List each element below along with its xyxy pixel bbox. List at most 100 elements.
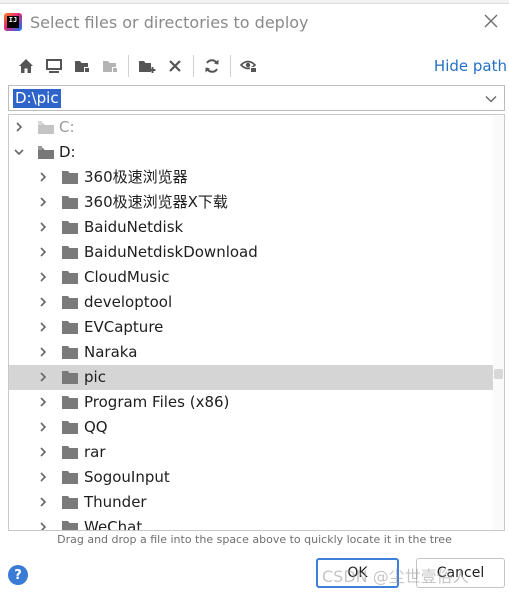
chevron-right-icon[interactable] bbox=[37, 196, 49, 208]
delete-button[interactable] bbox=[161, 52, 189, 80]
chevron-right-icon[interactable] bbox=[37, 296, 49, 308]
tree-row-label: BaiduNetdisk bbox=[84, 218, 184, 236]
chevron-right-icon[interactable] bbox=[37, 521, 49, 531]
tree-row-label: QQ bbox=[84, 418, 108, 436]
toolbar: Hide path bbox=[0, 50, 509, 82]
tree-row-folder[interactable]: WeChat bbox=[9, 515, 493, 531]
folder-icon bbox=[62, 421, 78, 434]
tree-row-folder[interactable]: developtool bbox=[9, 290, 493, 315]
help-button[interactable]: ? bbox=[8, 565, 28, 585]
chevron-right-icon[interactable] bbox=[37, 371, 49, 383]
chevron-right-icon[interactable] bbox=[37, 271, 49, 283]
hide-path-link[interactable]: Hide path bbox=[434, 57, 507, 75]
folder-icon bbox=[62, 446, 78, 459]
show-hidden-icon bbox=[240, 60, 257, 73]
folder-icon bbox=[62, 171, 78, 184]
folder-icon bbox=[62, 371, 78, 384]
folder-icon bbox=[62, 221, 78, 234]
folder-icon bbox=[62, 521, 78, 530]
toolbar-separator bbox=[230, 55, 231, 77]
tree-row-folder[interactable]: Program Files (x86) bbox=[9, 390, 493, 415]
chevron-right-icon[interactable] bbox=[37, 396, 49, 408]
drag-drop-hint: Drag and drop a file into the space abov… bbox=[57, 533, 452, 546]
chevron-right-icon[interactable] bbox=[37, 321, 49, 333]
tree-row-folder[interactable]: BaiduNetdiskDownload bbox=[9, 240, 493, 265]
tree-row-label: SogouInput bbox=[84, 468, 170, 486]
chevron-right-icon[interactable] bbox=[37, 471, 49, 483]
tree-row-folder[interactable]: BaiduNetdisk bbox=[9, 215, 493, 240]
tree-row-label: rar bbox=[84, 443, 106, 461]
chevron-down-icon[interactable] bbox=[13, 146, 25, 158]
chevron-right-icon[interactable] bbox=[37, 221, 49, 233]
new-folder-icon bbox=[139, 61, 156, 73]
tree-row-folder[interactable]: QQ bbox=[9, 415, 493, 440]
tree-row-folder[interactable]: rar bbox=[9, 440, 493, 465]
tree-row-label: Naraka bbox=[84, 343, 138, 361]
tree-row-folder[interactable]: EVCapture bbox=[9, 315, 493, 340]
tree-row-folder[interactable]: 360极速浏览器X下载 bbox=[9, 190, 493, 215]
desktop-icon bbox=[46, 59, 62, 73]
tree-row-label: 360极速浏览器X下载 bbox=[84, 193, 228, 211]
tree-row-label: Thunder bbox=[84, 493, 147, 511]
tree-row-label: Program Files (x86) bbox=[84, 393, 230, 411]
drive-icon bbox=[38, 146, 54, 159]
folder-icon bbox=[62, 346, 78, 359]
toolbar-separator bbox=[128, 55, 129, 77]
tree-row-folder[interactable]: Thunder bbox=[9, 490, 493, 515]
tree-row-label: 360极速浏览器 bbox=[84, 168, 188, 186]
path-value[interactable]: D:\pic bbox=[13, 88, 61, 108]
chevron-down-icon[interactable] bbox=[484, 92, 498, 106]
tree-row-folder[interactable]: CloudMusic bbox=[9, 265, 493, 290]
drive-icon bbox=[38, 121, 54, 134]
tree-row-folder[interactable]: SogouInput bbox=[9, 465, 493, 490]
ok-button[interactable]: OK bbox=[316, 558, 399, 588]
title-bar: IJ Select files or directories to deploy bbox=[0, 4, 509, 40]
folder-icon bbox=[62, 396, 78, 409]
module-button[interactable] bbox=[96, 52, 124, 80]
tree-row-label: CloudMusic bbox=[84, 268, 170, 286]
close-icon bbox=[484, 14, 498, 28]
folder-icon bbox=[62, 271, 78, 284]
chevron-right-icon[interactable] bbox=[37, 346, 49, 358]
tree-row-label: EVCapture bbox=[84, 318, 164, 336]
tree-row-label: pic bbox=[84, 368, 106, 386]
project-button[interactable] bbox=[68, 52, 96, 80]
home-button[interactable] bbox=[12, 52, 40, 80]
tree-row-drive[interactable]: C: bbox=[9, 115, 493, 140]
folder-icon bbox=[62, 296, 78, 309]
app-logo-text: IJ bbox=[7, 16, 19, 28]
project-folder-icon bbox=[74, 61, 90, 73]
chevron-right-icon[interactable] bbox=[37, 171, 49, 183]
chevron-right-icon[interactable] bbox=[37, 246, 49, 258]
chevron-right-icon[interactable] bbox=[37, 446, 49, 458]
dialog-title: Select files or directories to deploy bbox=[30, 12, 309, 32]
toolbar-separator bbox=[193, 55, 194, 77]
tree-row-label: BaiduNetdiskDownload bbox=[84, 243, 258, 261]
tree-row-drive[interactable]: D: bbox=[9, 140, 493, 165]
close-button[interactable] bbox=[481, 11, 501, 31]
new-folder-button[interactable] bbox=[133, 52, 161, 80]
file-tree[interactable]: WeChat Thunder SogouInput rar QQ Program File… bbox=[8, 114, 505, 531]
tree-row-label: C: bbox=[59, 118, 75, 136]
delete-icon bbox=[169, 60, 181, 72]
tree-row-folder[interactable]: 360极速浏览器 bbox=[9, 165, 493, 190]
tree-scrollbar[interactable] bbox=[493, 115, 504, 530]
tree-row-label: WeChat bbox=[84, 518, 143, 531]
desktop-button[interactable] bbox=[40, 52, 68, 80]
tree-row-folder[interactable]: pic bbox=[9, 365, 493, 390]
folder-icon bbox=[62, 321, 78, 334]
cancel-button[interactable]: Cancel bbox=[416, 558, 505, 588]
folder-icon bbox=[62, 471, 78, 484]
path-input[interactable]: D:\pic bbox=[8, 85, 505, 111]
refresh-button[interactable] bbox=[198, 52, 226, 80]
folder-icon bbox=[62, 196, 78, 209]
chevron-right-icon[interactable] bbox=[13, 121, 25, 133]
chevron-right-icon[interactable] bbox=[37, 421, 49, 433]
tree-row-folder[interactable]: Naraka bbox=[9, 340, 493, 365]
chevron-right-icon[interactable] bbox=[37, 496, 49, 508]
module-folder-icon bbox=[102, 61, 118, 73]
scrollbar-thumb[interactable] bbox=[494, 369, 503, 379]
show-hidden-button[interactable] bbox=[235, 52, 263, 80]
folder-icon bbox=[62, 246, 78, 259]
home-icon bbox=[19, 59, 33, 73]
